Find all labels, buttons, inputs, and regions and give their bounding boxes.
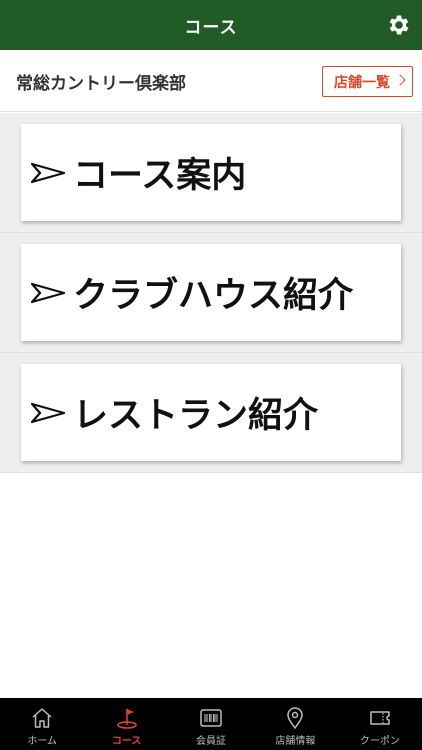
app-header: コース xyxy=(0,0,422,50)
tab-label: ホーム xyxy=(27,736,58,747)
home-icon xyxy=(32,708,52,728)
arrow-right-icon xyxy=(31,402,65,424)
tab-home[interactable]: ホーム xyxy=(0,698,84,750)
store-list-button[interactable]: 店舗一覧 xyxy=(322,66,413,97)
menu-section: レストラン紹介 xyxy=(0,353,422,473)
tab-bar: ホーム コース 会員証 店舗情報 クーポン xyxy=(0,698,422,750)
arrow-right-icon xyxy=(31,282,65,304)
menu-card-label: コース案内 xyxy=(73,156,247,196)
store-list-button-label: 店舗一覧 xyxy=(334,74,390,91)
tab-label: 会員証 xyxy=(196,736,227,747)
tab-coupon[interactable]: クーポン xyxy=(338,698,422,750)
menu-list: コース案内 クラブハウス紹介 レストラン紹介 xyxy=(0,113,422,473)
menu-card-restaurant[interactable]: レストラン紹介 xyxy=(21,364,401,461)
tab-store-info[interactable]: 店舗情報 xyxy=(253,698,337,750)
tab-label: 店舗情報 xyxy=(275,736,316,747)
tab-label: クーポン xyxy=(359,736,400,747)
menu-section: コース案内 xyxy=(0,113,422,233)
store-bar: 常総カントリー倶楽部 店舗一覧 xyxy=(0,50,422,112)
page-title: コース xyxy=(184,17,238,38)
tab-course[interactable]: コース xyxy=(84,698,168,750)
coupon-icon xyxy=(370,711,390,725)
map-pin-icon xyxy=(287,707,304,730)
gear-icon[interactable] xyxy=(386,12,412,38)
chevron-right-icon xyxy=(394,74,406,86)
store-name: 常総カントリー倶楽部 xyxy=(16,74,186,94)
arrow-right-icon xyxy=(31,162,65,184)
menu-card-label: レストラン紹介 xyxy=(73,396,319,436)
menu-card-label: クラブハウス紹介 xyxy=(73,276,354,316)
barcode-card-icon xyxy=(200,709,222,727)
menu-card-clubhouse[interactable]: クラブハウス紹介 xyxy=(21,244,401,341)
tab-membership-card[interactable]: 会員証 xyxy=(169,698,253,750)
menu-section: クラブハウス紹介 xyxy=(0,233,422,353)
tab-label: コース xyxy=(111,736,142,747)
golf-flag-icon xyxy=(116,709,137,729)
menu-card-course-guide[interactable]: コース案内 xyxy=(21,124,401,221)
